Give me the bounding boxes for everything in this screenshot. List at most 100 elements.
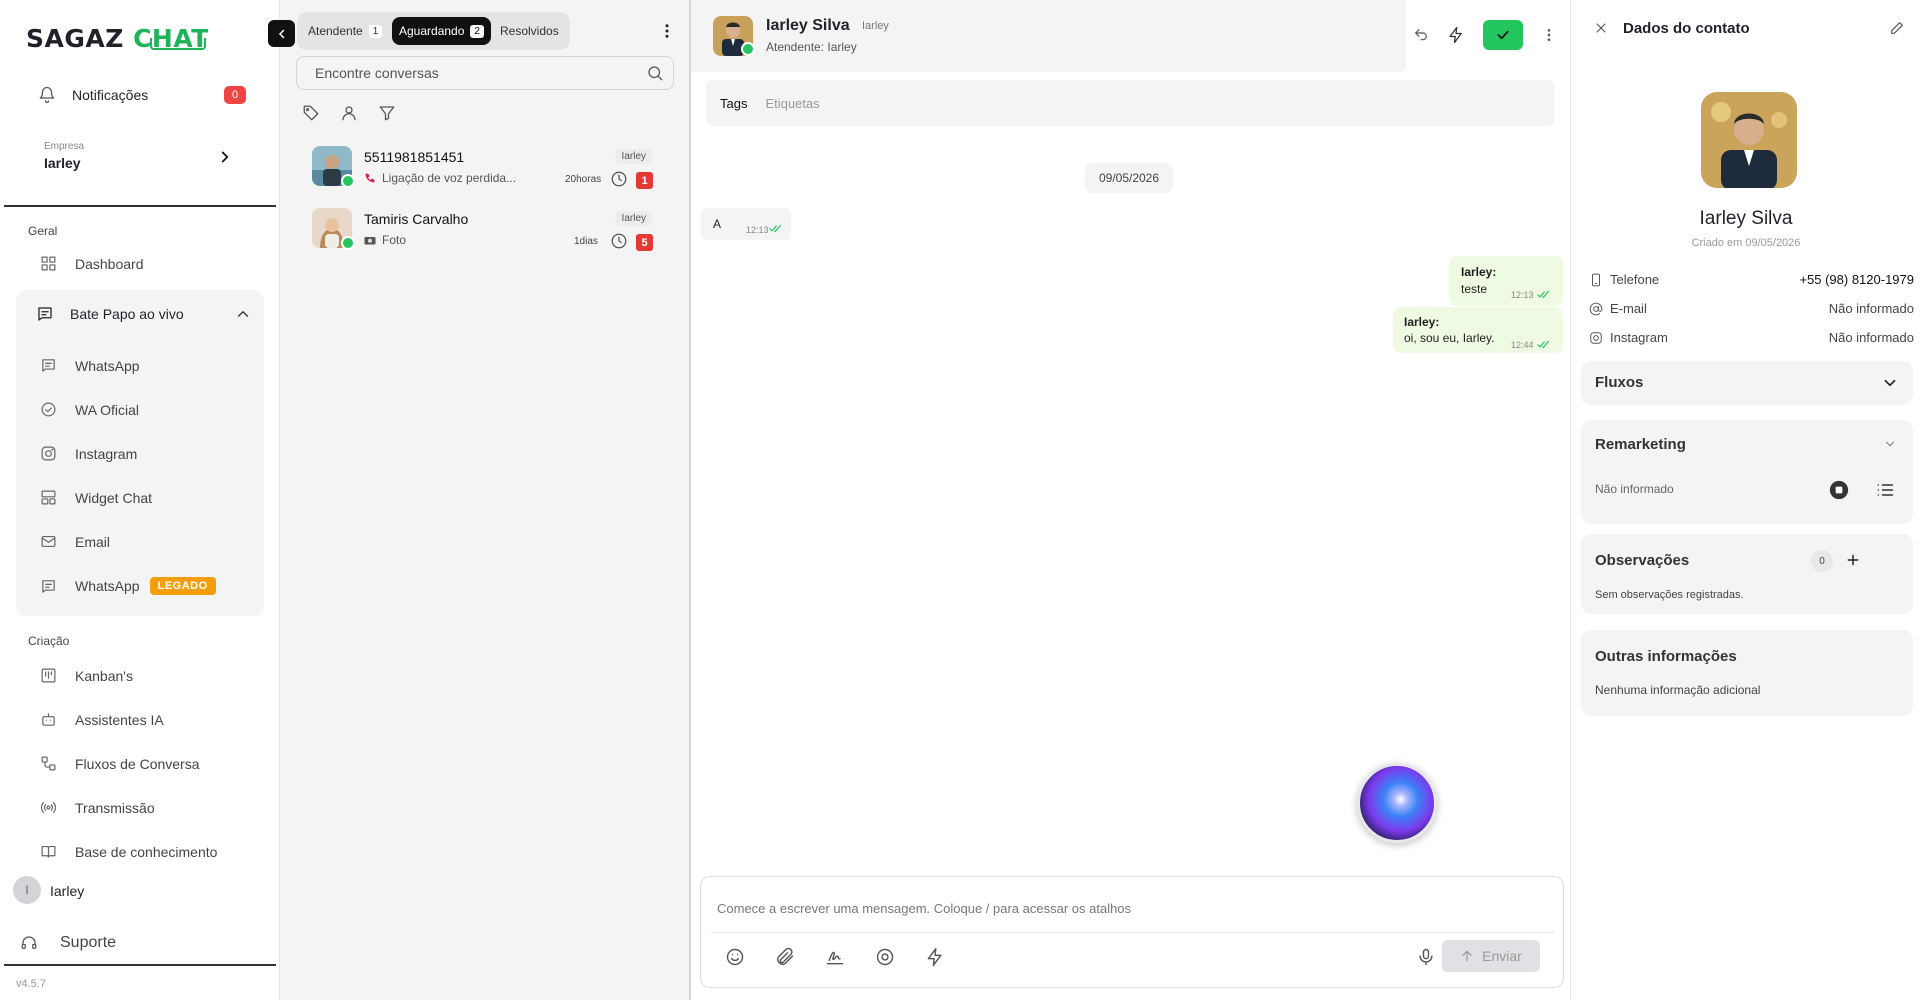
chat-panel: Iarley Silva Iarley Atendente: Iarley Ta… <box>691 0 1570 1000</box>
sidebar-item-email[interactable]: Email <box>40 533 110 550</box>
edit-icon[interactable] <box>1889 20 1905 36</box>
sidebar-item-conversation-flows[interactable]: Fluxos de Conversa <box>40 755 200 772</box>
microphone-icon[interactable] <box>1416 947 1436 967</box>
tab-label: Aguardando <box>399 24 465 38</box>
date-separator: 09/05/2026 <box>1085 163 1173 193</box>
sidebar-item-whatsapp-legacy[interactable]: WhatsApp LEGADO <box>40 577 216 595</box>
time-label: 20horas <box>565 174 602 185</box>
search-icon[interactable] <box>646 64 664 82</box>
avatar[interactable]: I <box>13 876 41 904</box>
sidebar-item-knowledge-base[interactable]: Base de conhecimento <box>40 843 217 860</box>
sidebar-item-kanban[interactable]: Kanban's <box>40 667 133 684</box>
filter-icon[interactable] <box>378 104 396 122</box>
phone-label: Telefone <box>1610 272 1660 287</box>
unread-badge: 5 <box>636 234 653 251</box>
undo-icon[interactable] <box>1413 27 1429 43</box>
instagram-label: Instagram <box>1610 330 1668 345</box>
outras-info-card: Outras informações Nenhuma informação ad… <box>1581 630 1913 716</box>
clock-icon <box>611 233 627 249</box>
mail-icon <box>41 535 56 548</box>
tab-count: 2 <box>470 24 484 38</box>
tab-labels[interactable]: Etiquetas <box>765 96 819 111</box>
chevron-up-icon[interactable] <box>234 305 252 323</box>
list-item[interactable]: Tamiris Carvalho Foto Iarley 1dias 5 <box>312 208 662 258</box>
contact-user-tag: Iarley <box>862 20 889 32</box>
zap-icon[interactable] <box>1447 26 1465 44</box>
outras-info-empty: Nenhuma informação adicional <box>1595 683 1761 697</box>
sidebar-item-dashboard[interactable]: Dashboard <box>40 255 144 272</box>
book-icon <box>41 845 56 858</box>
list-item[interactable]: 5511981851451 Ligação de voz perdida... … <box>312 146 662 196</box>
logo-bubble-shape <box>150 38 206 50</box>
tag-icon[interactable] <box>302 104 320 122</box>
chat-icon <box>38 307 52 321</box>
user-name[interactable]: Iarley <box>50 883 84 899</box>
plus-icon[interactable] <box>1845 552 1861 568</box>
bot-icon <box>42 713 55 726</box>
phone-value[interactable]: +55 (98) 8120-1979 <box>1799 272 1914 287</box>
notifications-item[interactable]: Notificações <box>38 86 148 104</box>
chevron-right-icon[interactable] <box>216 148 234 166</box>
sidebar-item-wa-oficial[interactable]: WA Oficial <box>40 401 139 418</box>
sidebar-item-label: Assistentes IA <box>75 711 164 728</box>
contact-name: Iarley Silva <box>1699 208 1793 229</box>
sidebar-item-label: Fluxos de Conversa <box>75 755 200 772</box>
more-vertical-icon[interactable] <box>1541 27 1557 43</box>
sidebar-item-broadcast[interactable]: Transmissão <box>40 799 155 816</box>
sidebar-item-ai-assistants[interactable]: Assistentes IA <box>40 711 164 728</box>
double-check-icon <box>769 224 782 233</box>
observacoes-title: Observações <box>1595 552 1690 569</box>
sidebar-item-widget-chat[interactable]: Widget Chat <box>40 489 152 506</box>
zap-icon[interactable] <box>925 947 945 967</box>
sidebar-item-whatsapp[interactable]: WhatsApp <box>40 357 140 374</box>
user-icon[interactable] <box>340 104 358 122</box>
live-chat-toggle[interactable]: Bate Papo ao vivo <box>36 305 184 323</box>
chevron-down-icon[interactable] <box>1883 437 1897 451</box>
search-input[interactable] <box>296 56 674 90</box>
message-input[interactable] <box>717 895 1547 921</box>
stop-circle-icon[interactable] <box>1829 480 1849 500</box>
clock-icon <box>611 171 627 187</box>
composer-divider <box>711 932 1555 933</box>
close-icon[interactable] <box>1593 20 1609 36</box>
contact-panel-title: Dados do contato <box>1623 20 1750 37</box>
company-selector[interactable]: Iarley <box>44 155 81 171</box>
filter-bar <box>302 104 396 122</box>
remarketing-value: Não informado <box>1595 482 1674 496</box>
time-label: 1dias <box>574 236 598 247</box>
ai-assistant-orb-button[interactable] <box>1357 763 1437 843</box>
observacoes-card: Observações 0 Sem observações registrada… <box>1581 534 1913 614</box>
chat-header-actions <box>1413 20 1557 50</box>
tab-resolvidos[interactable]: Resolvidos <box>493 17 566 45</box>
sidebar: SAGAZ CHAT Notificações 0 Empresa Iarley… <box>0 0 280 1000</box>
resolve-button[interactable] <box>1483 20 1523 50</box>
signature-icon[interactable] <box>825 947 845 967</box>
email-value: Não informado <box>1828 301 1914 316</box>
tab-label: Resolvidos <box>500 24 559 38</box>
message-time: 12:44 <box>1511 340 1534 350</box>
tab-tags[interactable]: Tags <box>720 96 747 111</box>
conversation-name: Tamiris Carvalho <box>364 211 469 227</box>
message-sender: Iarley: <box>1461 265 1497 279</box>
kanban-icon <box>41 668 56 683</box>
more-vertical-icon[interactable] <box>658 22 676 40</box>
preview-text: Ligação de voz perdida... <box>382 171 517 185</box>
sidebar-divider <box>4 205 276 207</box>
message-text: teste <box>1461 282 1488 296</box>
fluxos-card[interactable]: Fluxos <box>1581 361 1913 405</box>
sidebar-item-instagram[interactable]: Instagram <box>40 445 137 462</box>
unread-badge: 1 <box>636 172 653 189</box>
whatsapp-icon <box>341 174 355 188</box>
chevron-down-icon[interactable] <box>1881 374 1899 392</box>
tab-aguardando[interactable]: Aguardando 2 <box>392 17 491 45</box>
record-icon[interactable] <box>875 947 895 967</box>
emoji-icon[interactable] <box>725 947 745 967</box>
remarketing-card: Remarketing Não informado <box>1581 420 1913 524</box>
collapse-sidebar-button[interactable] <box>268 20 295 47</box>
attendant-label: Atendente: Iarley <box>766 40 857 54</box>
list-icon[interactable] <box>1875 480 1895 500</box>
send-button[interactable]: Enviar <box>1442 940 1540 972</box>
tab-atendente[interactable]: Atendente 1 <box>301 17 389 45</box>
paperclip-icon[interactable] <box>775 947 795 967</box>
support-link[interactable]: Suporte <box>20 934 116 952</box>
